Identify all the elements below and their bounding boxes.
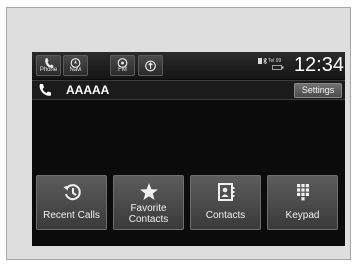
navi-source-label: Navi: [69, 67, 82, 73]
status-text: Tel 99: [268, 58, 282, 64]
broadcast-icon: [145, 60, 156, 72]
star-icon: [140, 183, 158, 200]
keypad-icon: [297, 184, 309, 201]
fm-source-button[interactable]: FM: [110, 55, 135, 76]
figure-frame: Phone Navi FM Tel 99 12:34 AAAAA Setting…: [6, 7, 351, 260]
bluetooth-icon: [263, 58, 267, 64]
clock: 12:34: [293, 54, 344, 76]
phone-source-button[interactable]: Phone: [36, 55, 61, 76]
fm-source-label: FM: [118, 67, 127, 73]
phone-handset-icon: [39, 84, 51, 96]
status-bar: Phone Navi FM Tel 99 12:34: [32, 52, 345, 79]
contacts-button[interactable]: Contacts: [190, 175, 261, 230]
phone-source-label: Phone: [39, 67, 58, 73]
favorite-contacts-button[interactable]: Favorite Contacts: [113, 175, 184, 230]
contacts-label: Contacts: [205, 210, 246, 221]
recent-calls-label: Recent Calls: [43, 210, 100, 221]
keypad-label: Keypad: [285, 210, 320, 221]
navi-source-button[interactable]: Navi: [63, 55, 88, 76]
status-indicators: Tel 99: [258, 58, 286, 72]
contacts-book-icon: [218, 183, 235, 201]
settings-button[interactable]: Settings: [294, 83, 342, 98]
battery-icon: [272, 65, 284, 70]
history-icon: [63, 184, 81, 201]
head-unit-screen: Phone Navi FM Tel 99 12:34 AAAAA Setting…: [32, 52, 345, 246]
signal-icon: [258, 58, 262, 64]
audio-source-button[interactable]: [138, 55, 163, 76]
keypad-button[interactable]: Keypad: [267, 175, 338, 230]
connected-phone-bar: AAAAA Settings: [32, 80, 345, 100]
connected-phone-name: AAAAA: [66, 83, 110, 97]
recent-calls-button[interactable]: Recent Calls: [36, 175, 107, 230]
favorite-contacts-label-line2: Contacts: [128, 214, 169, 225]
favorite-contacts-label-line1: Favorite: [130, 203, 167, 214]
